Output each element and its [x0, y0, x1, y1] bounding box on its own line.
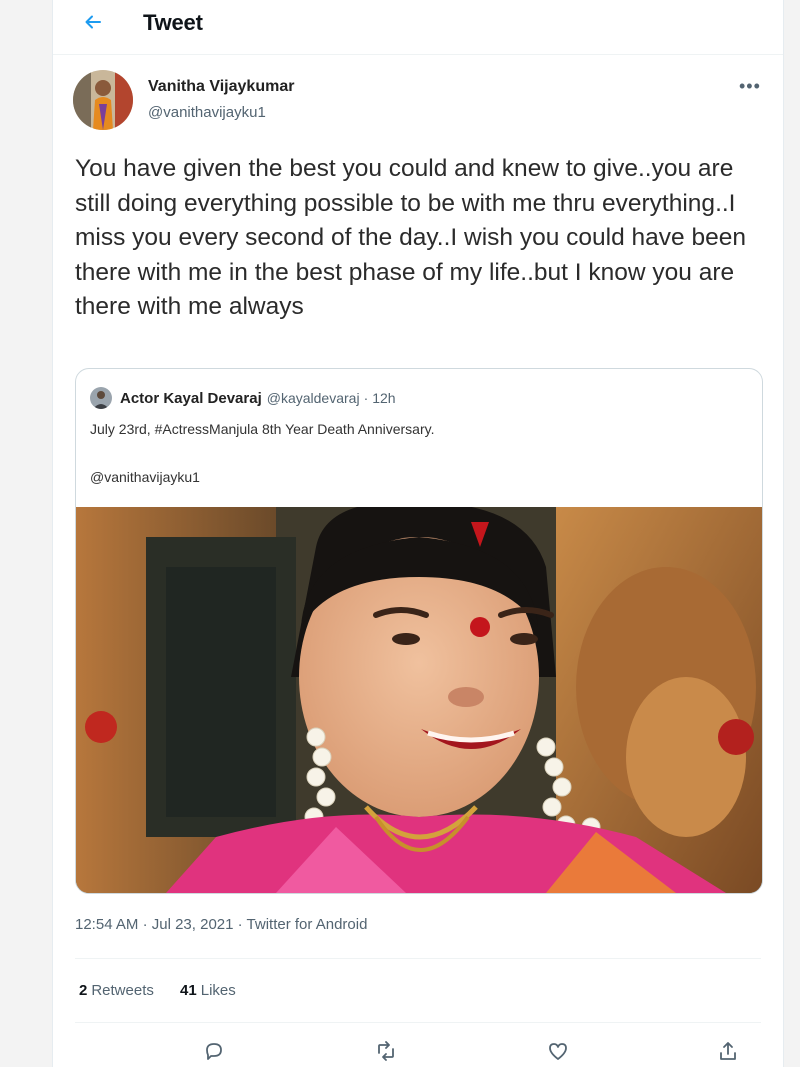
quoted-author-handle: @kayaldevaraj [266, 390, 360, 406]
quoted-mention[interactable]: @vanithavijayku1 [90, 469, 200, 485]
more-button[interactable]: ••• [739, 76, 761, 97]
author-handle[interactable]: @vanithavijayku1 [148, 104, 266, 121]
retweets-stat[interactable]: 2 Retweets [79, 982, 158, 999]
divider [75, 958, 761, 959]
tweet-page: Tweet Vanitha Vijaykumar @vanithavijayku… [52, 0, 784, 1067]
quoted-author-name: Actor Kayal Devaraj [120, 389, 262, 407]
tweet-stats: 2 Retweets 41 Likes [79, 982, 258, 999]
quoted-author-avatar [90, 387, 112, 409]
arrow-left-icon [83, 12, 103, 37]
retweet-icon [375, 1040, 397, 1067]
author-name[interactable]: Vanitha Vijaykumar [148, 78, 294, 96]
tweet-text: You have given the best you could and kn… [75, 155, 746, 320]
tweet-meta: 12:54 AM · Jul 23, 2021 · Twitter for An… [75, 916, 367, 933]
tweet-actions [75, 1036, 761, 1067]
like-button[interactable] [545, 1040, 571, 1066]
likes-label: Likes [200, 982, 236, 999]
likes-count: 41 [180, 982, 197, 999]
quoted-time: 12h [372, 390, 396, 406]
retweet-button[interactable] [373, 1040, 399, 1066]
more-horizontal-icon: ••• [739, 76, 761, 96]
tweet-date[interactable]: Jul 23, 2021 [152, 916, 234, 933]
quoted-text-line: July 23rd, #ActressManjula 8th Year Deat… [90, 421, 435, 437]
retweets-label: Retweets [91, 982, 154, 999]
quoted-photo[interactable] [76, 501, 762, 893]
back-button[interactable] [77, 8, 109, 40]
likes-stat[interactable]: 41 Likes [180, 982, 236, 999]
top-bar: Tweet [53, 0, 783, 55]
tweet-time[interactable]: 12:54 AM [75, 916, 138, 933]
share-icon [717, 1040, 739, 1067]
meta-separator: · [142, 916, 148, 933]
quoted-separator: · [363, 390, 369, 406]
author-avatar[interactable] [73, 70, 133, 130]
reply-button[interactable] [201, 1040, 227, 1066]
quoted-tweet[interactable]: Actor Kayal Devaraj @kayaldevaraj · 12h … [75, 368, 763, 894]
retweets-count: 2 [79, 982, 88, 999]
reply-icon [203, 1040, 225, 1067]
divider [75, 1022, 761, 1023]
like-icon [547, 1040, 569, 1067]
tweet-author: Vanitha Vijaykumar @vanithavijayku1 ••• [73, 70, 763, 134]
meta-separator: · [237, 916, 243, 933]
quoted-tweet-header: Actor Kayal Devaraj @kayaldevaraj · 12h [90, 387, 396, 409]
page-title: Tweet [143, 10, 203, 35]
tweet-source[interactable]: Twitter for Android [247, 916, 368, 933]
share-button[interactable] [715, 1040, 741, 1066]
